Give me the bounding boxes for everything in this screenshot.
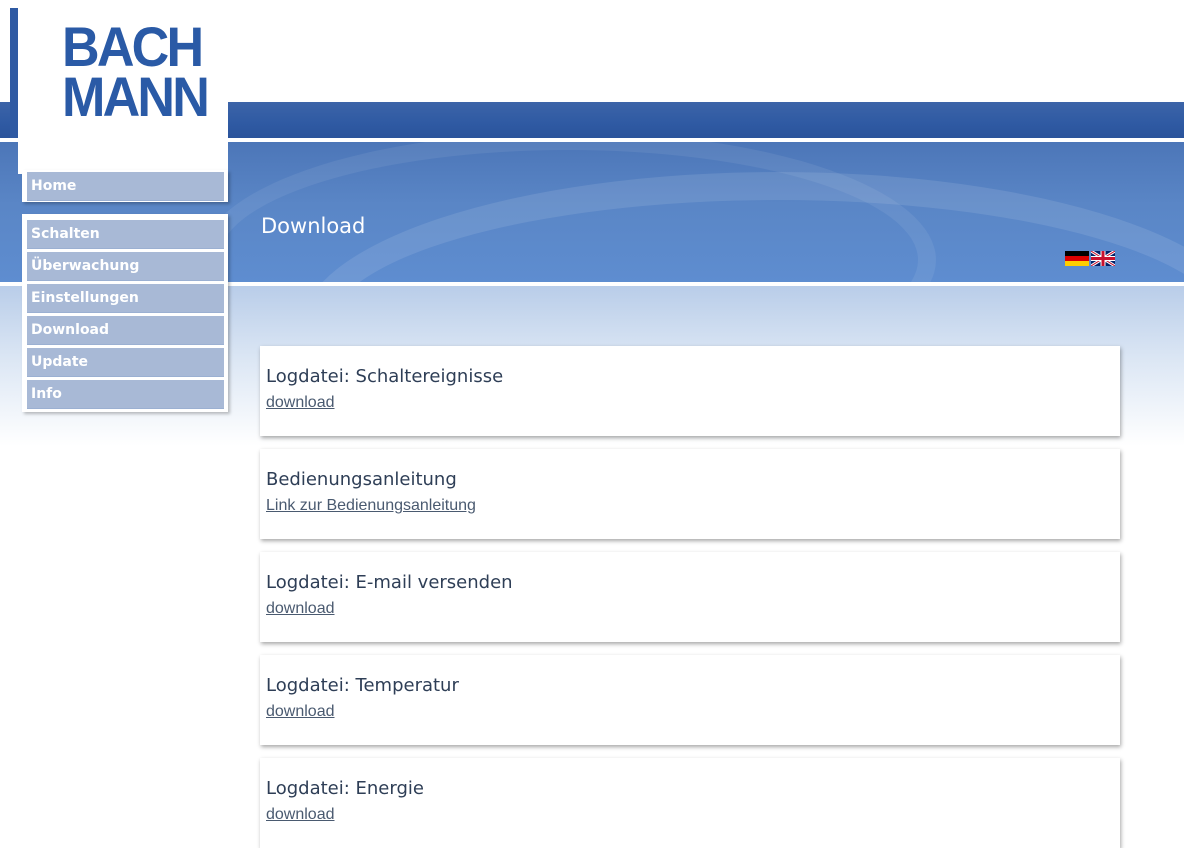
card-title: Logdatei: E-mail versenden bbox=[266, 572, 513, 593]
nav-item-ueberwachung[interactable]: Überwachung bbox=[27, 252, 224, 281]
nav-item-einstellungen[interactable]: Einstellungen bbox=[27, 284, 224, 313]
nav-item-update[interactable]: Update bbox=[27, 348, 224, 377]
uk-flag-icon[interactable] bbox=[1091, 251, 1115, 266]
nav-item-download[interactable]: Download bbox=[27, 316, 224, 345]
download-card: Logdatei: Temperatur download bbox=[260, 655, 1120, 745]
manual-link[interactable]: Link zur Bedienungsanleitung bbox=[266, 497, 476, 515]
download-card: Bedienungsanleitung Link zur Bedienungsa… bbox=[260, 449, 1120, 539]
card-title: Bedienungsanleitung bbox=[266, 469, 457, 490]
nav-item-info[interactable]: Info bbox=[27, 380, 224, 409]
germany-flag-icon[interactable] bbox=[1065, 251, 1089, 266]
download-card: Logdatei: Schaltereignisse download bbox=[260, 346, 1120, 436]
logo-accent-bar bbox=[10, 8, 18, 138]
card-title: Logdatei: Schaltereignisse bbox=[266, 366, 504, 387]
download-link[interactable]: download bbox=[266, 703, 335, 721]
download-card: Logdatei: E-mail versenden download bbox=[260, 552, 1120, 642]
language-switcher bbox=[1065, 251, 1115, 266]
nav-item-home[interactable]: Home bbox=[27, 172, 224, 201]
download-link[interactable]: download bbox=[266, 600, 335, 618]
card-title: Logdatei: Temperatur bbox=[266, 675, 459, 696]
logo-panel: BACH MANN bbox=[18, 8, 228, 174]
download-card: Logdatei: Energie download bbox=[260, 758, 1120, 848]
download-link[interactable]: download bbox=[266, 394, 335, 412]
card-title: Logdatei: Energie bbox=[266, 778, 424, 799]
page-title: Download bbox=[261, 214, 366, 238]
nav-main-box: Schalten Überwachung Einstellungen Downl… bbox=[22, 214, 228, 412]
download-link[interactable]: download bbox=[266, 806, 335, 824]
nav-home-box: Home bbox=[22, 170, 228, 202]
bachmann-logo[interactable]: BACH MANN bbox=[62, 19, 210, 128]
nav-item-schalten[interactable]: Schalten bbox=[27, 220, 224, 249]
logo-line-2: MANN bbox=[62, 65, 210, 128]
